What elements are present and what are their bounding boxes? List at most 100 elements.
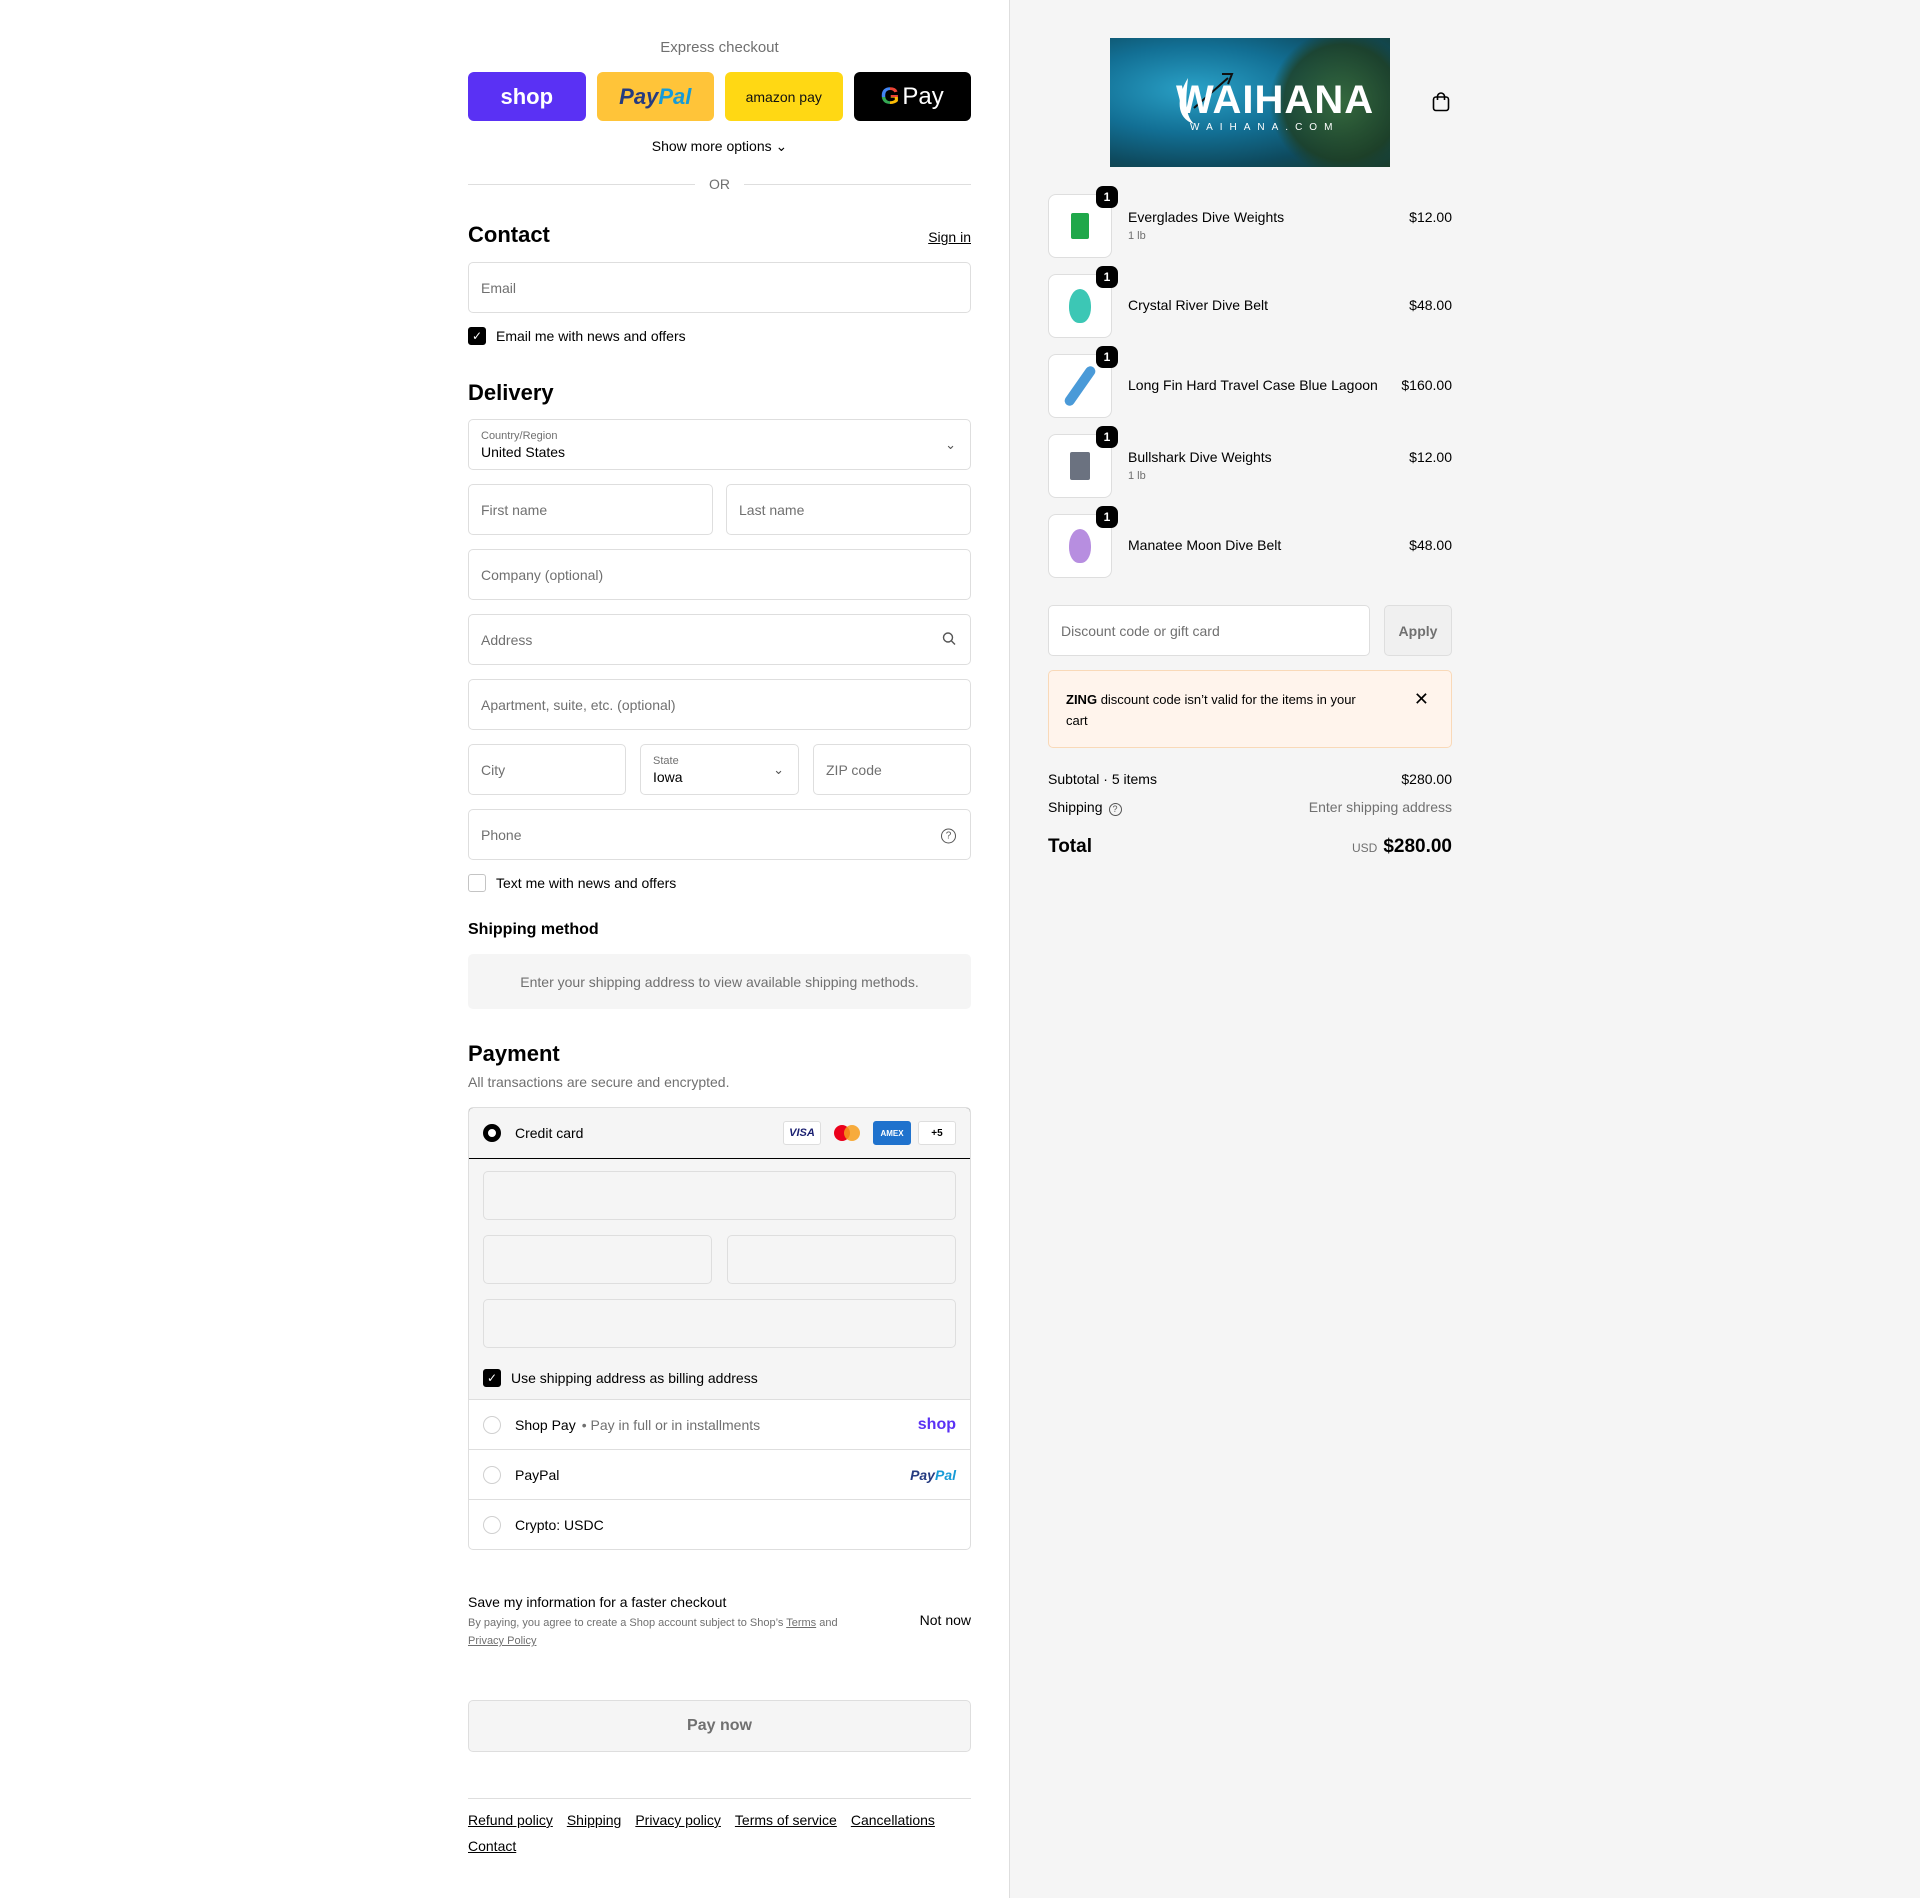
subtotal-row: Subtotal · 5 items $280.00 — [1048, 771, 1452, 787]
cart-item: 1 Long Fin Hard Travel Case Blue Lagoon … — [1048, 346, 1452, 418]
paypal-option[interactable]: PayPal PayPal — [469, 1449, 970, 1499]
company-field[interactable]: Company (optional) — [468, 549, 971, 600]
item-price: $48.00 — [1409, 297, 1452, 313]
credit-card-option[interactable]: Credit card VISA AMEX +5 — [469, 1108, 970, 1159]
help-icon[interactable]: ? — [941, 826, 956, 843]
paypal-radio[interactable] — [483, 1465, 501, 1484]
total-row: Total USD $280.00 — [1048, 836, 1452, 858]
card-cvv-field[interactable] — [727, 1235, 956, 1284]
apply-discount-button[interactable]: Apply — [1384, 605, 1452, 656]
contact-link[interactable]: Contact — [468, 1838, 971, 1854]
shop-pay-express-button[interactable]: shop — [468, 72, 586, 121]
state-select[interactable]: State Iowa ⌄ — [640, 744, 799, 795]
item-name: Manatee Moon Dive Belt — [1128, 537, 1282, 553]
close-icon[interactable]: ✕ — [1414, 689, 1429, 710]
apartment-field[interactable]: Apartment, suite, etc. (optional) — [468, 679, 971, 730]
first-name-field[interactable]: First name — [468, 484, 713, 535]
chevron-down-icon: ⌄ — [773, 761, 784, 777]
chevron-down-icon: ⌄ — [945, 436, 956, 452]
or-divider: OR — [468, 176, 971, 192]
phone-field[interactable]: Phone ? — [468, 809, 971, 860]
discount-error-text: discount code isn’t valid for the items … — [1066, 692, 1356, 728]
amazon-pay-express-button[interactable]: amazon pay — [725, 72, 843, 121]
shipping-policy-link[interactable]: Shipping — [567, 1812, 622, 1828]
shop-pay-label: Shop Pay — [515, 1416, 576, 1433]
credit-card-radio[interactable] — [483, 1124, 501, 1142]
total-label: Total — [1048, 836, 1092, 857]
sign-in-link[interactable]: Sign in — [928, 229, 971, 245]
zip-field[interactable]: ZIP code — [813, 744, 971, 795]
text-news-label: Text me with news and offers — [496, 875, 677, 891]
refund-policy-link[interactable]: Refund policy — [468, 1812, 553, 1828]
paypal-label: PayPal — [515, 1466, 560, 1483]
shop-pay-option[interactable]: Shop Pay • Pay in full or in installment… — [469, 1399, 970, 1449]
city-field[interactable]: City — [468, 744, 626, 795]
shop-pay-radio[interactable] — [483, 1415, 501, 1434]
crypto-option[interactable]: Crypto: USDC — [469, 1499, 970, 1549]
credit-card-label: Credit card — [515, 1125, 584, 1141]
not-now-button[interactable]: Not now — [920, 1612, 971, 1628]
country-value: United States — [481, 443, 566, 460]
card-expiry-field[interactable] — [483, 1235, 712, 1284]
card-number-field[interactable] — [483, 1171, 956, 1220]
discount-code-text: ZING — [1066, 692, 1098, 707]
visa-icon: VISA — [783, 1121, 821, 1145]
discount-placeholder: Discount code or gift card — [1061, 622, 1220, 639]
currency-code: USD — [1351, 841, 1378, 855]
shop-logo: shop — [500, 83, 554, 109]
paypal-express-button[interactable]: Pay Pal — [596, 72, 714, 121]
crypto-radio[interactable] — [483, 1515, 501, 1534]
pay-now-button[interactable]: Pay now — [468, 1700, 971, 1752]
search-icon — [942, 631, 956, 648]
quantity-badge: 1 — [1096, 186, 1118, 208]
quantity-badge: 1 — [1096, 506, 1118, 528]
terms-of-service-link[interactable]: Terms of service — [735, 1812, 837, 1828]
cart-item: 1 Manatee Moon Dive Belt $48.00 — [1048, 506, 1452, 578]
email-field[interactable]: Email — [468, 262, 971, 313]
express-checkout-label: Express checkout — [660, 39, 779, 56]
shopping-bag-icon[interactable] — [1432, 92, 1450, 112]
billing-same-checkbox[interactable]: ✓ — [483, 1369, 501, 1387]
shop-terms-link[interactable]: Terms — [786, 1617, 816, 1629]
shipping-row: Shipping? Enter shipping address — [1048, 799, 1452, 816]
show-more-options[interactable]: Show more options ⌄ — [468, 138, 971, 155]
apartment-placeholder: Apartment, suite, etc. (optional) — [481, 696, 676, 713]
email-news-checkbox[interactable]: ✓ — [468, 327, 486, 345]
shipping-value: Enter shipping address — [1308, 799, 1452, 815]
item-variant: 1 lb — [1128, 470, 1146, 482]
last-name-field[interactable]: Last name — [726, 484, 971, 535]
amazon-pay-logo: amazon pay — [745, 88, 822, 105]
item-name: Everglades Dive Weights — [1128, 209, 1285, 225]
gpay-label: Pay — [902, 82, 944, 110]
shop-privacy-link[interactable]: Privacy Policy — [468, 1635, 536, 1647]
company-placeholder: Company (optional) — [481, 566, 604, 583]
address-field[interactable]: Address — [468, 614, 971, 665]
email-placeholder: Email — [481, 279, 517, 296]
card-brand-badges: VISA AMEX +5 — [783, 1121, 956, 1145]
subtotal-label: Subtotal · 5 items — [1048, 771, 1157, 787]
discount-code-input[interactable]: Discount code or gift card — [1048, 605, 1370, 656]
logo-subtext: WAIHANA.COM — [1190, 122, 1340, 133]
shipping-label: Shipping — [1048, 799, 1103, 815]
quantity-badge: 1 — [1096, 426, 1118, 448]
item-name: Long Fin Hard Travel Case Blue Lagoon — [1128, 377, 1378, 393]
text-news-checkbox[interactable] — [468, 874, 486, 892]
help-icon[interactable]: ? — [1108, 802, 1122, 816]
google-pay-express-button[interactable]: G Pay — [853, 72, 971, 121]
state-value: Iowa — [653, 768, 683, 785]
email-news-label: Email me with news and offers — [496, 328, 686, 344]
billing-same-label: Use shipping address as billing address — [511, 1370, 758, 1386]
cancellations-link[interactable]: Cancellations — [851, 1812, 935, 1828]
cart-item: 1 Everglades Dive Weights 1 lb $12.00 — [1048, 186, 1452, 258]
privacy-policy-link[interactable]: Privacy policy — [635, 1812, 721, 1828]
store-logo[interactable]: WAIHANA WAIHANA.COM — [1110, 38, 1390, 167]
text-news-row: Text me with news and offers — [468, 874, 676, 892]
item-price: $160.00 — [1401, 377, 1452, 393]
card-name-field[interactable] — [483, 1299, 956, 1348]
country-select[interactable]: Country/Region United States ⌄ — [468, 419, 971, 470]
last-name-placeholder: Last name — [739, 501, 805, 518]
address-placeholder: Address — [481, 631, 533, 648]
item-variant: 1 lb — [1128, 230, 1146, 242]
shop-pay-sublabel: • Pay in full or in installments — [581, 1416, 761, 1433]
paypal-logo-a: Pay — [619, 83, 659, 109]
